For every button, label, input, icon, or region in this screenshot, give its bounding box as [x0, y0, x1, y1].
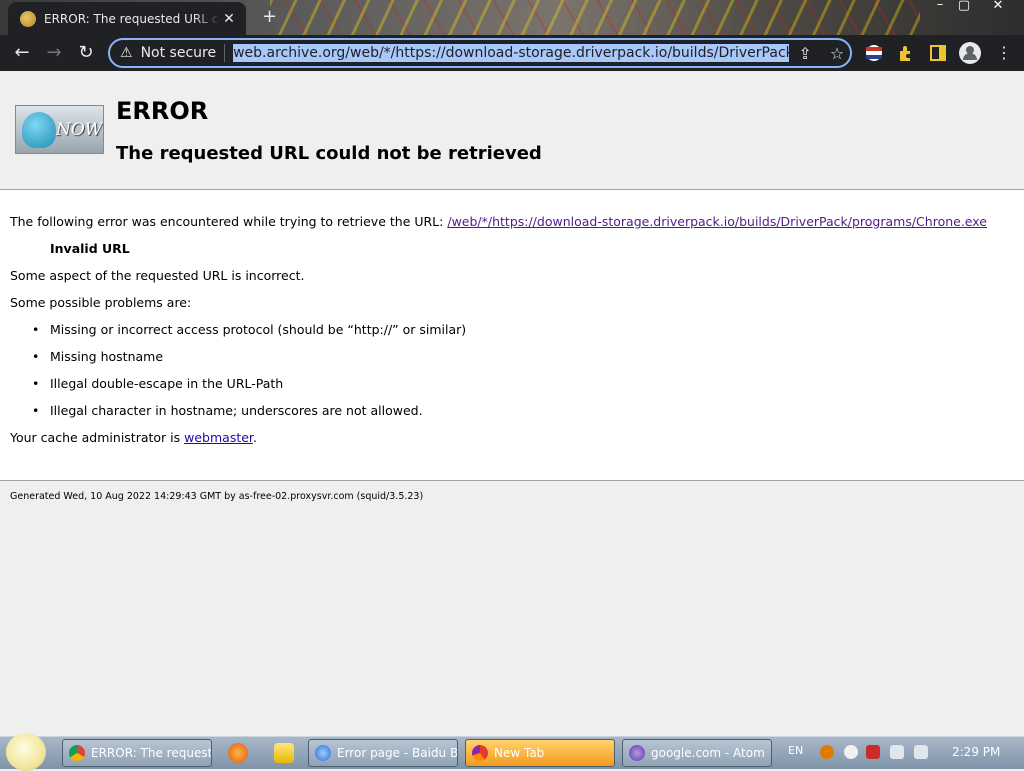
- error-header: NOW ERROR The requested URL could not be…: [0, 71, 1024, 189]
- logo-text: NOW: [56, 120, 103, 140]
- minimize-button[interactable]: –: [928, 0, 952, 12]
- favicon-icon: [20, 10, 36, 27]
- page-title: ERROR: [116, 97, 209, 125]
- error-url-link[interactable]: /web/*/https://download-storage.driverpa…: [447, 214, 987, 229]
- volume-icon[interactable]: [914, 745, 928, 759]
- footer-text: Generated Wed, 10 Aug 2022 14:29:43 GMT …: [10, 491, 424, 502]
- error-body: The following error was encountered whil…: [0, 190, 1024, 480]
- squid-now-logo: NOW: [15, 105, 104, 154]
- divider: [224, 44, 226, 62]
- atom-icon: [629, 745, 645, 761]
- chrome-icon: [69, 745, 85, 761]
- emoji-icon[interactable]: [844, 745, 858, 759]
- task-new-tab[interactable]: New Tab: [465, 739, 615, 767]
- new-tab-button[interactable]: +: [262, 6, 278, 27]
- task-label: google.com - Atom: [651, 746, 765, 760]
- task-chrome[interactable]: ERROR: The request...: [62, 739, 212, 767]
- task-baidu[interactable]: Error page - Baidu B...: [308, 739, 458, 767]
- start-button[interactable]: [6, 733, 46, 771]
- browser-icon: [472, 745, 488, 761]
- browser-toolbar: ← → ↻ ⚠ Not secure web.archive.org/web/*…: [0, 35, 1024, 71]
- theme-background: [270, 0, 920, 35]
- back-button[interactable]: ←: [8, 39, 36, 67]
- share-icon[interactable]: ⇪: [789, 44, 821, 63]
- admin-suffix: .: [252, 430, 257, 445]
- avatar-icon[interactable]: [959, 42, 981, 64]
- forward-button[interactable]: →: [40, 39, 68, 67]
- firefox-icon[interactable]: [228, 743, 248, 763]
- address-bar[interactable]: ⚠ Not secure web.archive.org/web/*/https…: [108, 38, 852, 68]
- search-icon[interactable]: [820, 745, 834, 759]
- page-subtitle: The requested URL could not be retrieved: [116, 143, 542, 164]
- folder-icon[interactable]: [274, 743, 294, 763]
- intro-line: The following error was encountered whil…: [10, 214, 987, 229]
- taskbar: ERROR: The request... Error page - Baidu…: [0, 733, 1024, 771]
- sidepanel-icon[interactable]: [928, 43, 948, 63]
- task-label: New Tab: [494, 746, 545, 760]
- task-atom[interactable]: google.com - Atom: [622, 739, 772, 767]
- intro-text: The following error was encountered whil…: [10, 214, 444, 229]
- list-item: Illegal double-escape in the URL-Path: [32, 376, 283, 391]
- profile-flag-icon[interactable]: [864, 43, 884, 63]
- task-label: Error page - Baidu B...: [337, 746, 458, 760]
- webmaster-link[interactable]: webmaster: [184, 430, 253, 445]
- star-icon[interactable]: ☆: [821, 44, 853, 63]
- list-item: Missing hostname: [32, 349, 163, 364]
- tab-close-icon[interactable]: ✕: [220, 11, 238, 27]
- security-flag-icon[interactable]: [866, 745, 880, 759]
- language-indicator[interactable]: EN: [788, 744, 803, 757]
- divider-bottom: [0, 480, 1024, 481]
- window-close-button[interactable]: ✕: [986, 0, 1010, 13]
- extensions-icon[interactable]: [896, 43, 916, 63]
- url-input[interactable]: web.archive.org/web/*/https://download-s…: [233, 44, 790, 62]
- squid-icon: [22, 112, 56, 148]
- aspect-text: Some aspect of the requested URL is inco…: [10, 268, 305, 283]
- page-content: NOW ERROR The requested URL could not be…: [0, 71, 1024, 736]
- reload-button[interactable]: ↻: [72, 39, 100, 67]
- list-item: Missing or incorrect access protocol (sh…: [32, 322, 466, 337]
- tab-title: ERROR: The requested URL could not be re…: [44, 11, 220, 26]
- list-item: Illegal character in hostname; underscor…: [32, 403, 423, 418]
- admin-prefix: Your cache administrator is: [10, 430, 181, 445]
- tab-strip: ERROR: The requested URL could not be re…: [0, 0, 1024, 35]
- maximize-button[interactable]: ▢: [952, 0, 976, 13]
- problems-intro: Some possible problems are:: [10, 295, 192, 310]
- clock[interactable]: 2:29 PM: [952, 745, 1000, 759]
- network-icon[interactable]: [890, 745, 904, 759]
- error-title: Invalid URL: [50, 241, 130, 256]
- menu-icon[interactable]: ⋮: [990, 39, 1018, 67]
- warning-icon[interactable]: ⚠: [120, 45, 133, 61]
- admin-line: Your cache administrator is webmaster.: [10, 430, 257, 445]
- tab-active[interactable]: ERROR: The requested URL could not be re…: [8, 2, 246, 35]
- task-label: ERROR: The request...: [91, 746, 212, 760]
- browser-icon: [315, 745, 331, 761]
- security-label[interactable]: Not secure: [141, 45, 217, 61]
